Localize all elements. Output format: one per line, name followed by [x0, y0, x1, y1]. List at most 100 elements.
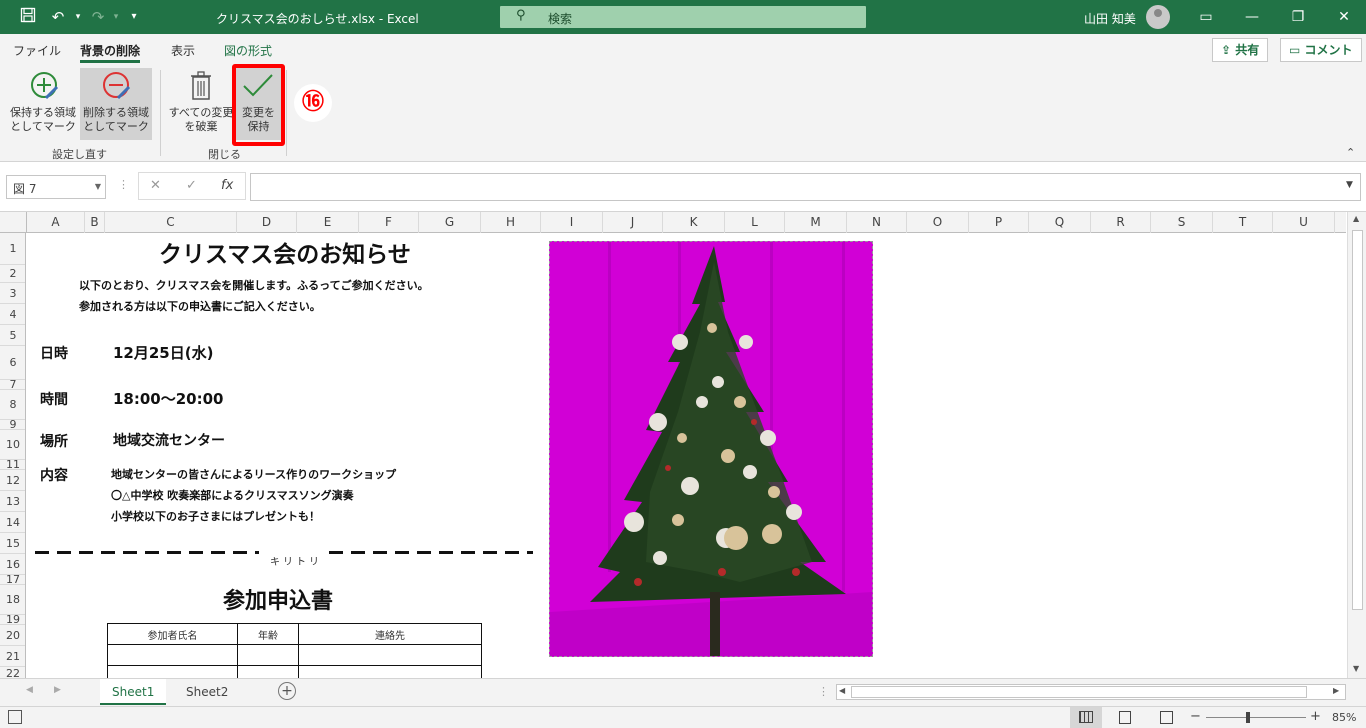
sheet-tab-sheet2[interactable]: Sheet2	[174, 679, 240, 705]
column-header[interactable]: H	[481, 212, 541, 233]
undo-dropdown-icon[interactable]: ▾	[68, 7, 88, 27]
formula-input[interactable]	[250, 173, 1361, 201]
table-cell[interactable]	[298, 665, 482, 678]
page-layout-icon[interactable]	[1119, 711, 1131, 724]
column-header[interactable]: E	[297, 212, 359, 233]
zoom-slider[interactable]	[1206, 717, 1306, 718]
chevron-down-icon[interactable]: ▼	[95, 182, 101, 191]
function-icon[interactable]: fx	[221, 178, 233, 193]
prev-sheet-icon[interactable]: ◀	[26, 685, 33, 695]
column-header[interactable]: Q	[1029, 212, 1091, 233]
customize-toolbar-icon[interactable]: ▾	[124, 7, 144, 27]
row-header[interactable]: 22	[0, 667, 25, 678]
avatar[interactable]	[1146, 5, 1170, 29]
expand-formula-icon[interactable]: ▼	[1346, 180, 1353, 190]
comment-button[interactable]: ▭ コメント	[1280, 38, 1362, 62]
zoom-slider-thumb[interactable]	[1246, 712, 1250, 723]
worksheet[interactable]: クリスマス会のお知らせ 以下のとおり、クリスマス会を開催します。ふるってご参加く…	[27, 233, 1347, 678]
row-header[interactable]: 21	[0, 646, 25, 667]
name-box[interactable]: 図 7 ▼	[6, 175, 106, 199]
row-header[interactable]: 4	[0, 304, 25, 325]
scroll-left-icon[interactable]: ◀	[839, 686, 845, 695]
row-header[interactable]: 8	[0, 390, 25, 420]
share-button[interactable]: ⇪ 共有	[1212, 38, 1269, 62]
zoom-level[interactable]: 85%	[1332, 711, 1356, 724]
row-header[interactable]: 14	[0, 512, 25, 533]
table-cell[interactable]	[237, 665, 299, 678]
column-header[interactable]: A	[27, 212, 85, 233]
zoom-out-icon[interactable]: −	[1190, 709, 1201, 724]
column-header[interactable]: F	[359, 212, 419, 233]
table-cell[interactable]	[298, 644, 482, 666]
redo-icon[interactable]: ↷	[88, 7, 108, 27]
column-header[interactable]: M	[785, 212, 847, 233]
row-header[interactable]: 13	[0, 491, 25, 512]
horizontal-scroll-thumb[interactable]	[851, 686, 1307, 698]
search-box[interactable]: ⚲ 検索	[500, 6, 866, 28]
row-header[interactable]: 1	[0, 233, 25, 265]
add-sheet-icon[interactable]: +	[278, 682, 296, 700]
zoom-in-icon[interactable]: +	[1310, 709, 1321, 724]
column-header[interactable]: P	[969, 212, 1029, 233]
save-icon[interactable]	[18, 7, 38, 27]
column-header[interactable]: N	[847, 212, 907, 233]
vertical-scroll-thumb[interactable]	[1352, 230, 1363, 610]
tab-picture-format[interactable]: 図の形式	[224, 42, 272, 59]
scroll-right-icon[interactable]: ▶	[1333, 686, 1339, 695]
mark-remove-button[interactable]: 削除する領域 としてマーク	[80, 68, 152, 140]
row-header[interactable]: 11	[0, 459, 25, 470]
row-header[interactable]: 6	[0, 346, 25, 380]
row-header[interactable]: 18	[0, 585, 25, 615]
column-header[interactable]: R	[1091, 212, 1151, 233]
scroll-down-icon[interactable]: ▼	[1353, 664, 1359, 673]
tab-file[interactable]: ファイル	[13, 42, 61, 59]
column-header[interactable]: U	[1273, 212, 1335, 233]
row-header[interactable]: 17	[0, 574, 25, 585]
row-header[interactable]: 3	[0, 283, 25, 304]
vertical-scrollbar[interactable]: ▲ ▼	[1347, 212, 1366, 678]
column-header[interactable]: S	[1151, 212, 1213, 233]
minimize-icon[interactable]: —	[1242, 9, 1262, 25]
christmas-tree-picture[interactable]	[549, 241, 873, 657]
column-header[interactable]: L	[725, 212, 785, 233]
page-break-icon[interactable]	[1160, 711, 1173, 724]
select-all-corner[interactable]	[0, 212, 27, 233]
row-header[interactable]: 5	[0, 325, 25, 346]
column-header[interactable]: C	[105, 212, 237, 233]
row-header[interactable]: 9	[0, 419, 25, 430]
mark-keep-button[interactable]: 保持する領域 としてマーク	[6, 68, 80, 140]
table-cell[interactable]	[107, 665, 238, 678]
collapse-ribbon-icon[interactable]: ⌃	[1346, 146, 1355, 159]
row-header[interactable]: 20	[0, 625, 25, 646]
undo-icon[interactable]: ↶	[48, 7, 68, 27]
scroll-up-icon[interactable]: ▲	[1353, 214, 1359, 223]
column-header[interactable]: T	[1213, 212, 1273, 233]
user-name[interactable]: 山田 知美	[1084, 10, 1136, 27]
tab-splitter-icon[interactable]: ⋮	[818, 685, 829, 698]
sheet-tab-sheet1[interactable]: Sheet1	[100, 679, 167, 705]
discard-all-changes-button[interactable]: すべての変更 を破棄	[166, 68, 236, 140]
row-header[interactable]: 19	[0, 614, 25, 625]
tab-view[interactable]: 表示	[171, 42, 195, 59]
table-cell[interactable]	[107, 644, 238, 666]
enter-icon[interactable]: ✓	[186, 178, 197, 193]
column-header[interactable]: J	[603, 212, 663, 233]
close-icon[interactable]: ✕	[1334, 9, 1354, 25]
column-header[interactable]: K	[663, 212, 725, 233]
column-header[interactable]: I	[541, 212, 603, 233]
row-header[interactable]: 16	[0, 554, 25, 575]
column-header[interactable]: G	[419, 212, 481, 233]
table-cell[interactable]	[237, 644, 299, 666]
column-header[interactable]: O	[907, 212, 969, 233]
column-header[interactable]: B	[85, 212, 105, 233]
ribbon-display-icon[interactable]: ▭	[1196, 9, 1216, 25]
normal-view-button[interactable]	[1070, 707, 1102, 728]
row-header[interactable]: 12	[0, 470, 25, 491]
row-header[interactable]: 2	[0, 265, 25, 283]
cancel-icon[interactable]: ✕	[150, 178, 161, 193]
restore-icon[interactable]: ❐	[1288, 9, 1308, 25]
horizontal-scrollbar[interactable]: ◀ ▶	[836, 684, 1346, 700]
next-sheet-icon[interactable]: ▶	[54, 685, 61, 695]
row-header[interactable]: 7	[0, 379, 25, 390]
macro-record-icon[interactable]	[8, 710, 22, 724]
